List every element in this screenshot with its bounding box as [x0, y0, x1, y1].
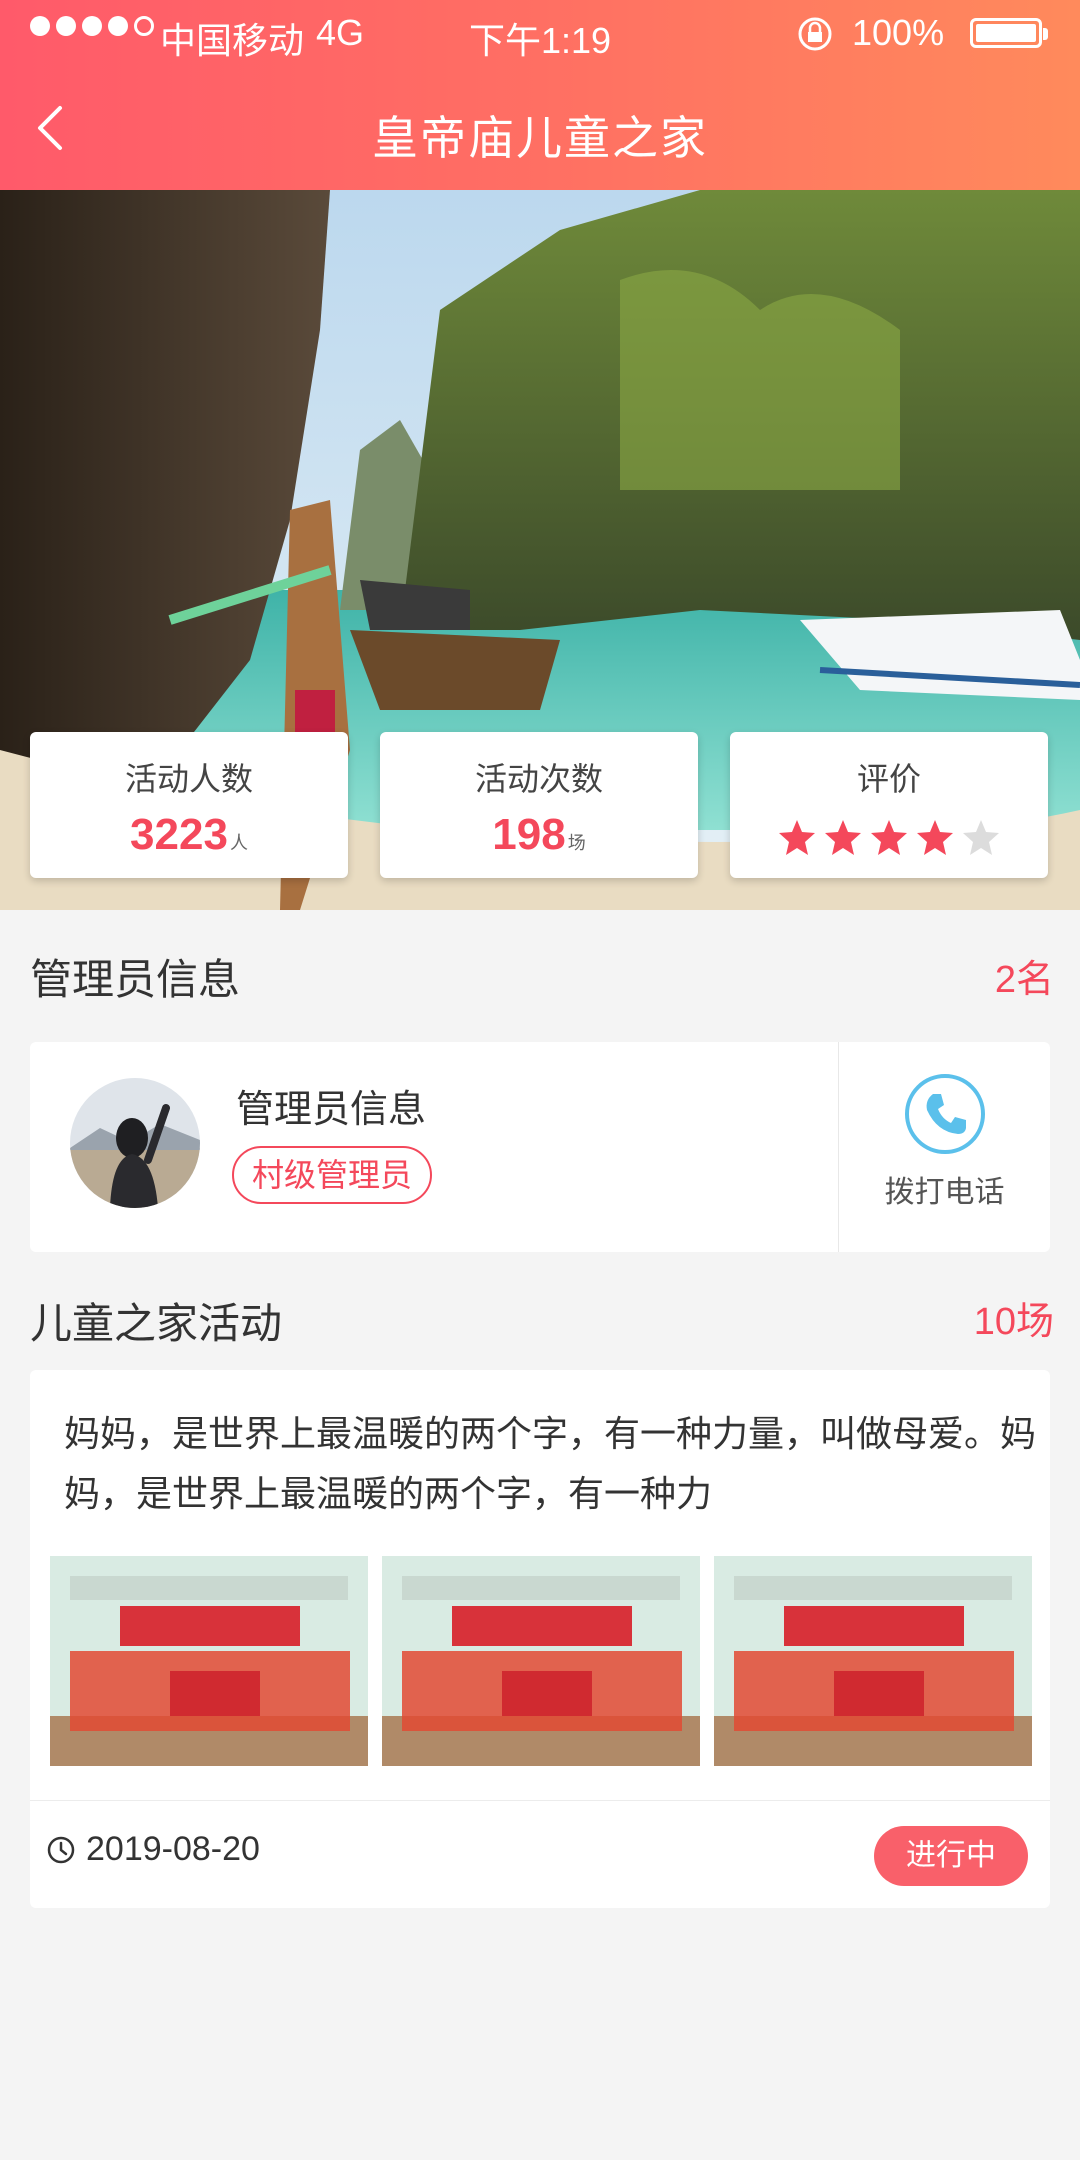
divider [30, 1800, 1050, 1801]
stat-label: 活动人数 [124, 761, 253, 797]
stat-card-participants: 活动人数 3223 人 [30, 732, 348, 878]
clock-icon [47, 1836, 75, 1863]
rotation-lock-icon [798, 17, 832, 51]
admin-role-tag: 村级管理员 [232, 1146, 433, 1204]
stat-card-rating: 评价 [730, 732, 1048, 878]
battery-icon [970, 18, 1048, 48]
page-title: 皇帝庙儿童之家 [372, 112, 708, 164]
activity-description: 妈妈，是世界上最温暖的两个字，有一种力量，叫做母爱。妈妈，是世界上最温暖的两个字… [64, 1413, 1037, 1514]
phone-icon [904, 1074, 985, 1154]
section-title-admin: 管理员信息 [30, 956, 241, 1003]
battery-percent: 100% [852, 12, 945, 53]
admin-count: 2名 [994, 959, 1054, 1001]
stat-label: 评价 [856, 761, 921, 797]
rating-stars [730, 818, 1048, 858]
star-filled-icon [779, 820, 815, 855]
activity-photo[interactable] [50, 1556, 368, 1766]
header: 中国移动 4G 下午1:19 100% 皇帝庙儿童之家 [0, 0, 1080, 190]
call-label: 拨打电话 [884, 1176, 1005, 1209]
star-filled-icon [917, 820, 953, 855]
activity-card[interactable]: 妈妈，是世界上最温暖的两个字，有一种力量，叫做母爱。妈妈，是世界上最温暖的两个字… [30, 1370, 1050, 1908]
nav-bar: 皇帝庙儿童之家 [0, 68, 1080, 190]
star-filled-icon [825, 820, 861, 855]
stat-value: 198 场 [492, 810, 586, 859]
avatar [70, 1078, 200, 1208]
activity-photos [50, 1556, 1032, 1766]
call-button[interactable]: 拨打电话 [839, 1042, 1050, 1252]
section-title-activities: 儿童之家活动 [30, 1300, 283, 1347]
activity-date: 2019-08-20 [86, 1830, 260, 1868]
star-filled-icon [871, 820, 907, 855]
status-badge: 进行中 [874, 1826, 1028, 1886]
star-empty-icon [963, 820, 999, 855]
activity-count: 10场 [973, 1301, 1054, 1343]
stat-card-activities: 活动次数 198 场 [380, 732, 698, 878]
activity-date-row: 2019-08-20 [46, 1830, 260, 1869]
activity-photo[interactable] [382, 1556, 700, 1766]
admin-card[interactable]: 管理员信息 村级管理员 拨打电话 [30, 1042, 1050, 1252]
status-bar: 中国移动 4G 下午1:19 100% [0, 0, 1080, 68]
admin-name: 管理员信息 [236, 1089, 427, 1131]
stat-value: 3223 人 [130, 810, 248, 859]
activity-photo[interactable] [714, 1556, 1032, 1766]
stat-label: 活动次数 [474, 761, 603, 797]
